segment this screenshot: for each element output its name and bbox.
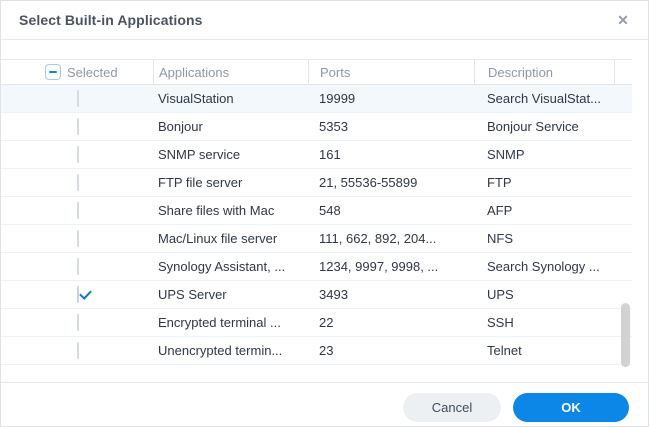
application-cell: FTP file server: [153, 175, 308, 190]
table-row[interactable]: UPS Server 3493 UPS: [1, 281, 632, 309]
row-checkbox[interactable]: [77, 174, 79, 191]
selected-cell: [1, 119, 153, 134]
row-checkbox[interactable]: [77, 286, 79, 303]
select-all-checkbox[interactable]: [45, 64, 61, 80]
selected-cell: [1, 147, 153, 162]
ports-cell: 1234, 9997, 9998, ...: [308, 259, 474, 274]
row-checkbox[interactable]: [77, 258, 79, 275]
description-cell: SSH: [474, 315, 614, 330]
table-row[interactable]: Mac/Linux file server 111, 662, 892, 204…: [1, 225, 632, 253]
dialog-title: Select Built-in Applications: [19, 12, 203, 28]
ports-cell: 21, 55536-55899: [308, 175, 474, 190]
ports-cell: 161: [308, 147, 474, 162]
table-header-row: Selected Applications Ports Description: [1, 59, 632, 85]
row-checkbox[interactable]: [77, 342, 79, 359]
table-row[interactable]: Encrypted terminal ... 22 SSH: [1, 309, 632, 337]
table-row[interactable]: VisualStation 19999 Search VisualStat...: [1, 85, 632, 113]
footer-divider: [1, 382, 649, 383]
selected-cell: [1, 175, 153, 190]
application-cell: SNMP service: [153, 147, 308, 162]
description-cell: Search Synology ...: [474, 259, 614, 274]
table-row[interactable]: Synology Assistant, ... 1234, 9997, 9998…: [1, 253, 632, 281]
table-row[interactable]: SNMP service 161 SNMP: [1, 141, 632, 169]
applications-table: Selected Applications Ports Description …: [1, 59, 632, 365]
column-header-selected-label: Selected: [67, 65, 118, 80]
selected-cell: [1, 315, 153, 330]
row-checkbox[interactable]: [77, 90, 79, 107]
column-header-applications[interactable]: Applications: [153, 60, 308, 84]
application-cell: UPS Server: [153, 287, 308, 302]
close-icon[interactable]: ✕: [614, 11, 632, 29]
row-checkbox[interactable]: [77, 230, 79, 247]
application-cell: Mac/Linux file server: [153, 231, 308, 246]
column-header-selected[interactable]: Selected: [1, 60, 153, 84]
column-header-spacer: [614, 60, 632, 84]
description-cell: Search VisualStat...: [474, 91, 614, 106]
description-cell: SNMP: [474, 147, 614, 162]
ok-button[interactable]: OK: [513, 393, 629, 422]
row-checkbox[interactable]: [77, 146, 79, 163]
description-cell: Bonjour Service: [474, 119, 614, 134]
table-body: VisualStation 19999 Search VisualStat...…: [1, 85, 632, 365]
application-cell: Bonjour: [153, 119, 308, 134]
ports-cell: 5353: [308, 119, 474, 134]
select-built-in-applications-dialog: { "dialog": { "title": "Select Built-in …: [0, 0, 649, 427]
application-cell: Encrypted terminal ...: [153, 315, 308, 330]
selected-cell: [1, 203, 153, 218]
selected-cell: [1, 343, 153, 358]
ports-cell: 3493: [308, 287, 474, 302]
table-row[interactable]: Bonjour 5353 Bonjour Service: [1, 113, 632, 141]
vertical-scrollbar-thumb[interactable]: [621, 303, 630, 367]
row-checkbox[interactable]: [77, 202, 79, 219]
description-cell: Telnet: [474, 343, 614, 358]
selected-cell: [1, 91, 153, 106]
column-header-ports[interactable]: Ports: [308, 60, 474, 84]
description-cell: UPS: [474, 287, 614, 302]
selected-cell: [1, 231, 153, 246]
table-row[interactable]: FTP file server 21, 55536-55899 FTP: [1, 169, 632, 197]
ports-cell: 548: [308, 203, 474, 218]
application-cell: Share files with Mac: [153, 203, 308, 218]
ports-cell: 23: [308, 343, 474, 358]
selected-cell: [1, 259, 153, 274]
row-checkbox[interactable]: [77, 118, 79, 135]
column-header-description[interactable]: Description: [474, 60, 614, 84]
ports-cell: 111, 662, 892, 204...: [308, 231, 474, 246]
table-row[interactable]: Share files with Mac 548 AFP: [1, 197, 632, 225]
selected-cell: [1, 287, 153, 302]
description-cell: NFS: [474, 231, 614, 246]
application-cell: Unencrypted termin...: [153, 343, 308, 358]
ports-cell: 22: [308, 315, 474, 330]
dialog-header: Select Built-in Applications ✕: [1, 1, 648, 40]
table-row[interactable]: Unencrypted termin... 23 Telnet: [1, 337, 632, 365]
application-cell: Synology Assistant, ...: [153, 259, 308, 274]
application-cell: VisualStation: [153, 91, 308, 106]
cancel-button[interactable]: Cancel: [403, 393, 501, 422]
description-cell: FTP: [474, 175, 614, 190]
ports-cell: 19999: [308, 91, 474, 106]
description-cell: AFP: [474, 203, 614, 218]
row-checkbox[interactable]: [77, 314, 79, 331]
